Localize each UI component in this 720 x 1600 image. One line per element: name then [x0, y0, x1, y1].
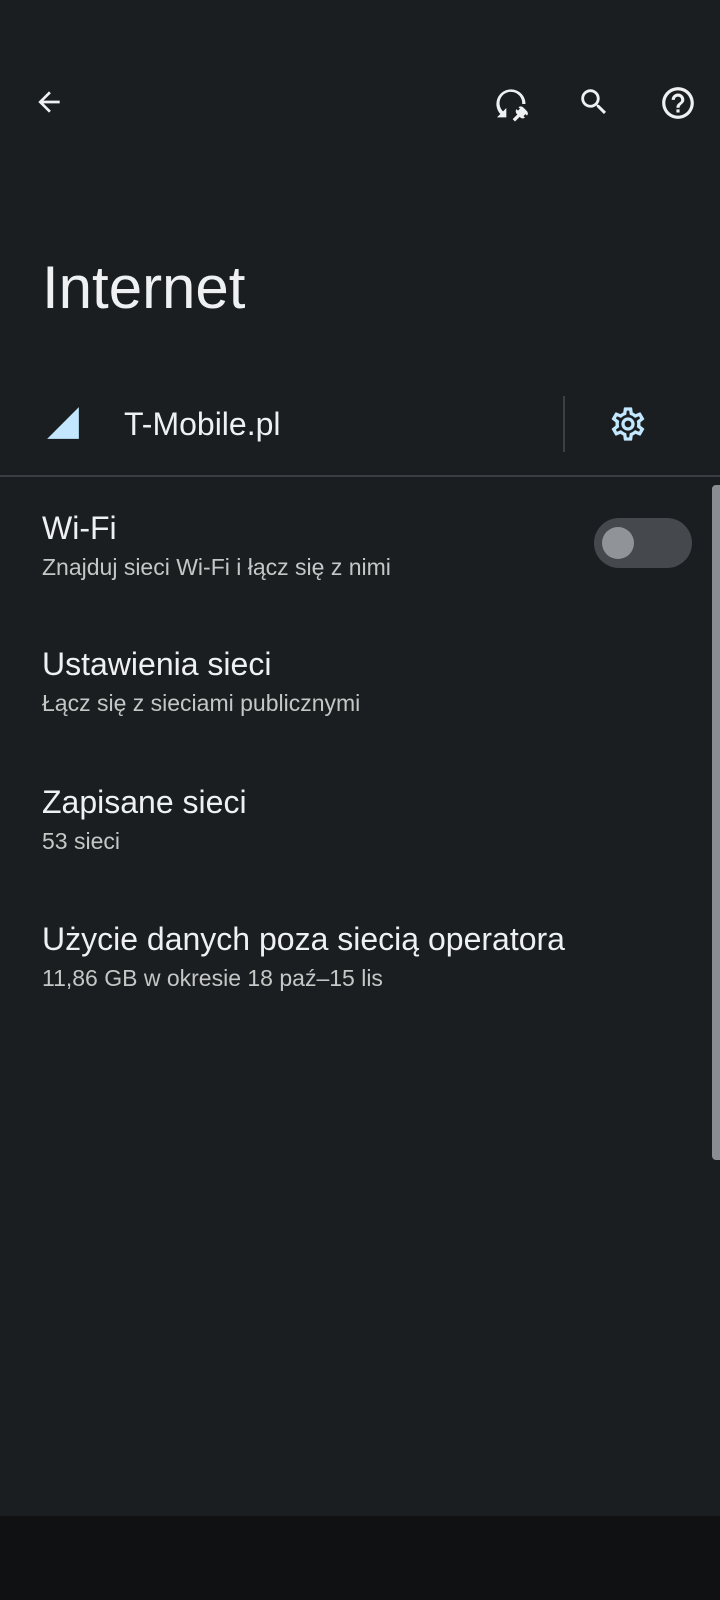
section-divider [0, 475, 720, 477]
data-usage-summary: 11,86 GB w okresie 18 paź–15 lis [42, 965, 383, 991]
wifi-toggle[interactable] [594, 518, 692, 568]
internet-settings-screen: Internet T-Mobile.pl Wi-Fi Znajduj sieci… [0, 0, 720, 1600]
wifi-setting-item[interactable]: Wi-Fi Znajduj sieci Wi-Fi i łącz się z n… [0, 508, 710, 640]
saved-networks-count: 53 sieci [42, 828, 120, 854]
carrier-settings-button[interactable] [602, 398, 654, 450]
back-arrow-icon[interactable] [25, 78, 73, 126]
network-settings-title: Ustawienia sieci [42, 646, 272, 682]
help-icon[interactable] [654, 79, 702, 127]
toggle-knob [602, 527, 634, 559]
data-usage-title: Użycie danych poza siecią operatora [42, 921, 565, 957]
network-settings-item[interactable]: Ustawienia sieci Łącz się z sieciami pub… [0, 644, 710, 776]
carrier-divider [563, 396, 565, 452]
saved-networks-title: Zapisane sieci [42, 784, 247, 820]
network-settings-subtitle: Łącz się z sieciami publicznymi [42, 690, 361, 716]
system-navigation-bar [0, 1516, 720, 1600]
saved-networks-item[interactable]: Zapisane sieci 53 sieci [0, 782, 710, 914]
search-icon[interactable] [570, 78, 618, 126]
wifi-title: Wi-Fi [42, 510, 117, 546]
gear-icon [611, 407, 645, 441]
non-carrier-data-usage-item[interactable]: Użycie danych poza siecią operatora 11,8… [0, 919, 710, 1051]
page-title: Internet [42, 254, 246, 321]
network-reset-icon[interactable] [487, 80, 535, 128]
cellular-signal-icon [44, 404, 82, 442]
carrier-row[interactable]: T-Mobile.pl [0, 382, 720, 474]
carrier-name: T-Mobile.pl [124, 406, 281, 442]
scrollbar[interactable] [712, 485, 720, 1160]
wifi-subtitle: Znajduj sieci Wi-Fi i łącz się z nimi [42, 554, 391, 580]
